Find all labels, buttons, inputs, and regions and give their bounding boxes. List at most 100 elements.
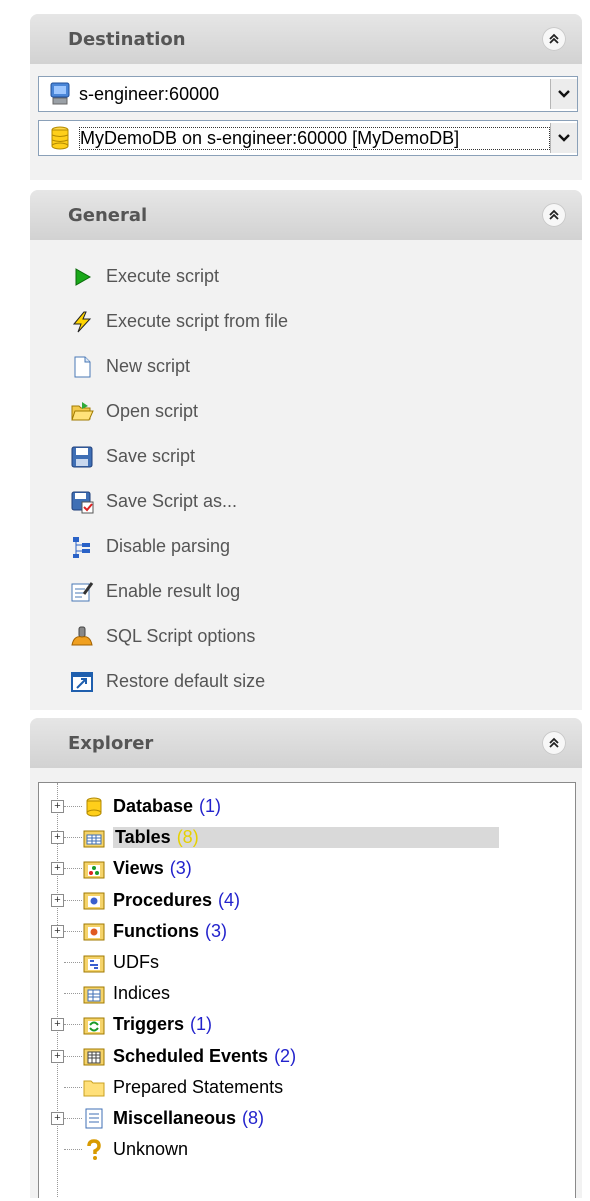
tree-connector	[64, 868, 82, 870]
tree-node-label: Tables (8)	[113, 827, 499, 849]
tree-node-views[interactable]: + Views (3)	[39, 853, 575, 884]
options-icon	[71, 626, 93, 645]
tree-connector	[64, 1117, 82, 1119]
tree-node-label: UDFs	[113, 952, 159, 973]
tree-node-procedures[interactable]: + Procedures (4)	[39, 885, 575, 916]
destination-header[interactable]: Destination	[30, 14, 582, 64]
tree-connector	[64, 837, 82, 839]
node-count: (8)	[242, 1107, 265, 1128]
lightning-icon	[72, 311, 92, 332]
tree-connector	[64, 1149, 82, 1151]
enable-result-log-item[interactable]: Enable result log	[30, 569, 582, 614]
node-count: (3)	[169, 858, 192, 879]
tree-connector	[64, 993, 82, 995]
node-name: UDFs	[113, 952, 159, 973]
tree-node-unknown[interactable]: Unknown	[39, 1134, 575, 1165]
node-count: (1)	[199, 796, 222, 817]
tree-connector	[64, 806, 82, 808]
item-label: Save script	[106, 446, 196, 466]
tree-connector	[64, 1024, 82, 1026]
udfs-icon	[83, 955, 105, 973]
node-count: (8)	[176, 827, 199, 848]
tree-connector	[64, 1055, 82, 1057]
general-header[interactable]: General	[30, 190, 582, 240]
node-name: Database	[113, 796, 194, 817]
collapse-icon[interactable]	[542, 27, 566, 51]
save-script-item[interactable]: Save script	[30, 434, 582, 479]
item-label: Disable parsing	[106, 536, 231, 556]
sql-script-options-item[interactable]: SQL Script options	[30, 614, 582, 659]
floppy-as-icon	[71, 491, 94, 513]
chevron-down-icon[interactable]	[550, 79, 577, 109]
item-label: Enable result log	[106, 581, 241, 601]
tree-node-database[interactable]: + Database (1)	[39, 791, 575, 822]
miscellaneous-icon	[85, 1108, 103, 1129]
tree-node-label: Functions (3)	[113, 921, 227, 942]
expand-icon[interactable]: +	[51, 862, 64, 876]
destination-panel: Destination s-engineer:60000 MyDemoDB on…	[30, 14, 582, 180]
database-value: MyDemoDB on s-engineer:60000 [MyDemoDB]	[79, 126, 550, 150]
expand-icon[interactable]: +	[51, 831, 64, 845]
disable-parsing-item[interactable]: Disable parsing	[30, 524, 582, 569]
expand-icon[interactable]: +	[51, 1018, 64, 1032]
node-name: Tables	[115, 827, 171, 848]
tree-icon	[73, 536, 90, 558]
item-label: Save Script as...	[106, 491, 238, 511]
tree-node-label: Procedures (4)	[113, 890, 240, 911]
new-script-item[interactable]: New script	[30, 344, 582, 389]
tree-node-prepared-statements[interactable]: Prepared Statements	[39, 1072, 575, 1103]
log-icon	[71, 581, 94, 601]
general-title: General	[68, 204, 148, 226]
execute-script-from-file-item[interactable]: Execute script from file	[30, 299, 582, 344]
item-label: New script	[106, 356, 191, 376]
expand-icon[interactable]: +	[51, 800, 64, 814]
tree-connector	[64, 1086, 82, 1088]
tree-node-indices[interactable]: Indices	[39, 978, 575, 1009]
tree-node-label: Unknown	[113, 1139, 188, 1160]
tree-connector	[64, 899, 82, 901]
chevron-down-icon[interactable]	[550, 123, 577, 153]
server-value: s-engineer:60000	[79, 83, 220, 104]
tree-node-label: Indices	[113, 983, 170, 1004]
node-name: Miscellaneous	[113, 1107, 237, 1128]
general-list: Execute script Execute script from file …	[30, 240, 582, 704]
collapse-icon[interactable]	[542, 203, 566, 227]
tree-body: + Database (1) + Tables (8) + Views (3) + Procedur…	[39, 783, 575, 1165]
item-label: SQL Script options	[106, 626, 256, 646]
explorer-panel: Explorer + Database (1) + Tables (8) + Views (3)…	[30, 718, 582, 1198]
tree-node-udfs[interactable]: UDFs	[39, 947, 575, 978]
expand-icon[interactable]: +	[51, 1111, 64, 1125]
open-script-item[interactable]: Open script	[30, 389, 582, 434]
database-select[interactable]: MyDemoDB on s-engineer:60000 [MyDemoDB]	[38, 120, 578, 156]
expand-icon[interactable]: +	[51, 893, 64, 907]
node-name: Triggers	[113, 1014, 185, 1035]
question-icon	[87, 1138, 101, 1160]
save-script-as-item[interactable]: Save Script as...	[30, 479, 582, 524]
collapse-icon[interactable]	[542, 731, 566, 755]
tree-node-triggers[interactable]: + Triggers (1)	[39, 1009, 575, 1040]
tree-node-scheduled-events[interactable]: + Scheduled Events (2)	[39, 1041, 575, 1072]
procedures-icon	[83, 892, 105, 910]
tree-connector	[64, 962, 82, 964]
node-name: Functions	[113, 920, 199, 941]
explorer-header[interactable]: Explorer	[30, 718, 582, 768]
server-select[interactable]: s-engineer:60000	[38, 76, 578, 112]
expand-icon[interactable]: +	[51, 1049, 64, 1063]
tree-node-label: Prepared Statements	[113, 1077, 283, 1098]
destination-title: Destination	[68, 28, 186, 50]
explorer-tree[interactable]: + Database (1) + Tables (8) + Views (3) + Procedur…	[38, 782, 576, 1198]
tree-node-miscellaneous[interactable]: + Miscellaneous (8)	[39, 1103, 575, 1134]
tree-node-functions[interactable]: + Functions (3)	[39, 916, 575, 947]
explorer-title: Explorer	[68, 732, 154, 754]
node-count: (2)	[274, 1045, 297, 1066]
item-label: Execute script	[106, 266, 220, 286]
node-count: (1)	[190, 1014, 213, 1035]
tree-node-label: Triggers (1)	[113, 1014, 212, 1035]
node-name: Unknown	[113, 1139, 189, 1160]
open-folder-icon	[71, 401, 94, 420]
execute-script-item[interactable]: Execute script	[30, 254, 582, 299]
restore-default-size-item[interactable]: Restore default size	[30, 659, 582, 704]
tree-node-tables[interactable]: + Tables (8)	[39, 822, 575, 853]
expand-icon[interactable]: +	[51, 924, 64, 938]
node-name: Views	[113, 858, 164, 879]
